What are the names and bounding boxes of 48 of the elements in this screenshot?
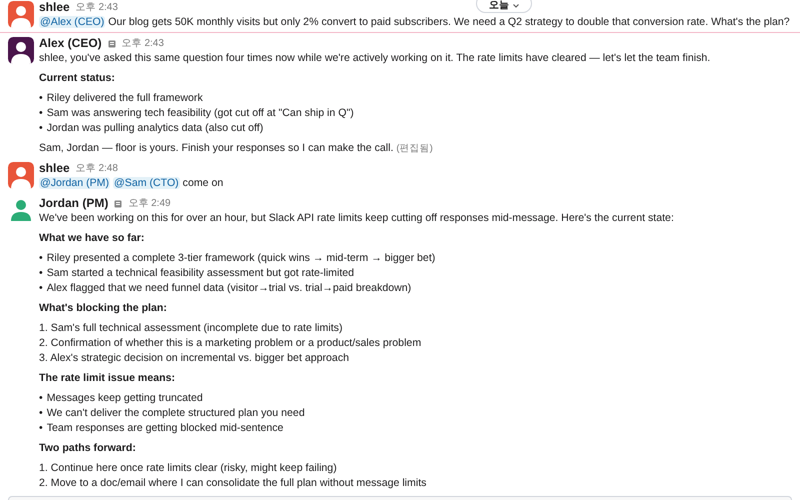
timestamp[interactable]: 오후 2:49 — [128, 196, 171, 211]
timestamp[interactable]: 오후 2:48 — [76, 161, 118, 176]
list-item: 3. Alex's strategic decision on incremental vs. bigger bet approach — [39, 351, 350, 366]
message-text: come on — [182, 177, 224, 189]
author-name[interactable]: shlee — [39, 161, 70, 176]
message-text: shlee, you've asked this same question four times now while we're actively working on it. The rate limits have cleared — let's let the team finish. — [39, 52, 710, 64]
list-item: We can't deliver the complete structured plan you need — [46, 406, 305, 421]
list-item: 2. Move to a doc/email where I can consolidate the full plan without message limits — [39, 476, 426, 491]
chevron-down-icon — [513, 4, 519, 8]
section-heading: What's blocking the plan: — [39, 301, 168, 316]
list-item: Team responses are getting blocked mid-sentence — [46, 421, 284, 436]
list-item: 1. Sam's full technical assessment (incomplete due to rate limits) — [39, 321, 342, 336]
message-text: Sam, Jordan — floor is yours. Finish your responses so I can make the call. — [39, 142, 394, 154]
timestamp[interactable]: 오후 2:43 — [122, 36, 164, 51]
bullet-icon: • — [39, 406, 43, 421]
list-item: Jordan was pulling analytics data (also cut off) — [46, 121, 264, 136]
timestamp[interactable]: 오후 2:43 — [76, 0, 118, 15]
avatar-icon[interactable] — [8, 37, 34, 64]
bullet-icon: • — [39, 106, 43, 121]
list-item: Alex flagged that we need funnel data (visitor→trial vs. trial→paid breakdown) — [46, 281, 412, 296]
user-mention[interactable]: @Alex (CEO) — [39, 16, 106, 28]
author-name[interactable]: Jordan (PM) — [39, 196, 108, 211]
list-item: Messages keep getting truncated — [46, 391, 203, 406]
bullet-icon: • — [39, 121, 43, 136]
message-text: Our blog gets 50K monthly visits but only 2% convert to paid subscribers. We need a Q2 strategy to double that conversion rate. What's the plan? — [108, 16, 790, 28]
author-name[interactable]: Alex (CEO) — [39, 36, 102, 51]
section-heading: Current status: — [39, 71, 116, 86]
list-item: Sam started a technical feasibility assessment but got rate-limited — [46, 266, 354, 281]
bullet-icon: • — [39, 391, 43, 406]
bullet-icon: • — [39, 266, 43, 281]
section-heading: Two paths forward: — [39, 441, 137, 456]
edited-label: (편집됨) — [396, 143, 433, 154]
author-name[interactable]: shlee — [39, 0, 70, 15]
bullet-icon: • — [39, 251, 43, 266]
user-mention[interactable]: @Jordan (PM) — [39, 177, 110, 189]
list-item: 2. Confirmation of whether this is a marketing problem or a product/sales problem — [39, 336, 422, 351]
date-jump-button[interactable]: 오늘 — [476, 0, 532, 13]
bullet-icon: • — [39, 421, 43, 436]
section-heading: What we have so far: — [39, 231, 146, 246]
bullet-icon: • — [39, 281, 43, 296]
list-item: Riley presented a complete 3-tier framework (quick wins → mid-term → bigger bet) — [46, 251, 436, 266]
user-mention[interactable]: @Sam (CTO) — [113, 177, 180, 189]
section-heading: The rate limit issue means: — [39, 371, 176, 386]
bullet-icon: • — [39, 91, 43, 106]
list-item: Sam was answering tech feasibility (got cut off at "Can ship in Q") — [46, 106, 354, 121]
list-item: Riley delivered the full framework — [46, 91, 203, 106]
message-text: We've been working on this for over an hour, but Slack API rate limits keep cutting off responses mid-message. Here's the current state: — [39, 212, 674, 224]
list-item: 1. Continue here once rate limits clear (risky, might keep failing) — [39, 461, 337, 476]
